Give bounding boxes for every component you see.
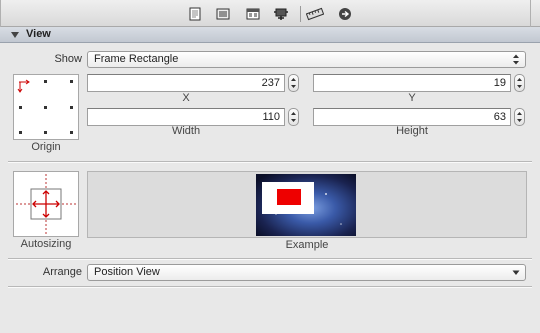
arrange-popup-value: Position View <box>94 266 160 278</box>
file-icon[interactable] <box>187 7 203 21</box>
ruler-icon[interactable] <box>306 7 324 21</box>
y-caption: Y <box>408 92 416 104</box>
x-stepper[interactable] <box>288 74 299 92</box>
width-caption: Width <box>171 125 201 137</box>
toolbar-right-edge <box>530 0 531 27</box>
identity-icon[interactable] <box>215 7 231 21</box>
height-field[interactable]: 63 <box>313 108 511 126</box>
example-well <box>87 171 527 238</box>
section-title: View <box>26 28 51 40</box>
origin-point[interactable] <box>70 131 73 134</box>
view-section-header[interactable]: View <box>0 27 540 43</box>
origin-point[interactable] <box>44 106 47 109</box>
origin-caption: Origin <box>31 141 61 153</box>
example-view <box>277 189 301 205</box>
divider-highlight <box>8 259 532 260</box>
attributes-icon[interactable] <box>245 7 261 21</box>
origin-point[interactable] <box>70 80 73 83</box>
origin-point[interactable] <box>44 131 47 134</box>
autosizing-caption: Autosizing <box>20 238 72 250</box>
arrange-label: Arrange <box>42 266 82 278</box>
autosizing-well[interactable] <box>13 171 79 237</box>
inspector-toolbar <box>0 0 540 27</box>
divider-highlight <box>8 162 532 163</box>
arrange-popup[interactable]: Position View <box>87 264 526 281</box>
stepper-arrows-icon <box>517 112 522 122</box>
origin-point[interactable] <box>19 131 22 134</box>
width-field[interactable]: 110 <box>87 108 285 126</box>
x-field[interactable]: 237 <box>87 74 285 92</box>
disclosure-triangle-icon[interactable] <box>11 32 19 38</box>
stepper-arrows-icon <box>517 78 522 88</box>
divider-highlight <box>8 287 532 288</box>
example-caption: Example <box>285 239 329 251</box>
connections-icon[interactable] <box>273 7 289 21</box>
show-popup-value: Frame Rectangle <box>94 53 179 65</box>
chevron-down-icon <box>512 270 520 275</box>
height-stepper[interactable] <box>514 108 525 126</box>
origin-point[interactable] <box>70 106 73 109</box>
example-preview <box>256 174 356 236</box>
stepper-arrows-icon <box>291 112 296 122</box>
origin-well[interactable] <box>13 74 79 140</box>
stepper-arrows-icon <box>291 78 296 88</box>
bindings-icon[interactable] <box>337 7 353 21</box>
popup-updown-icon <box>513 54 519 65</box>
show-label: Show <box>54 53 82 65</box>
origin-point[interactable] <box>44 80 47 83</box>
origin-marker-icon <box>17 79 30 93</box>
y-field[interactable]: 19 <box>313 74 511 92</box>
toolbar-divider <box>300 6 301 22</box>
origin-point[interactable] <box>19 106 22 109</box>
width-stepper[interactable] <box>288 108 299 126</box>
autosizing-springs-icon <box>16 174 76 234</box>
height-caption: Height <box>396 125 428 137</box>
y-stepper[interactable] <box>514 74 525 92</box>
show-popup[interactable]: Frame Rectangle <box>87 51 526 68</box>
toolbar-left-edge <box>0 0 1 27</box>
x-caption: X <box>182 92 190 104</box>
